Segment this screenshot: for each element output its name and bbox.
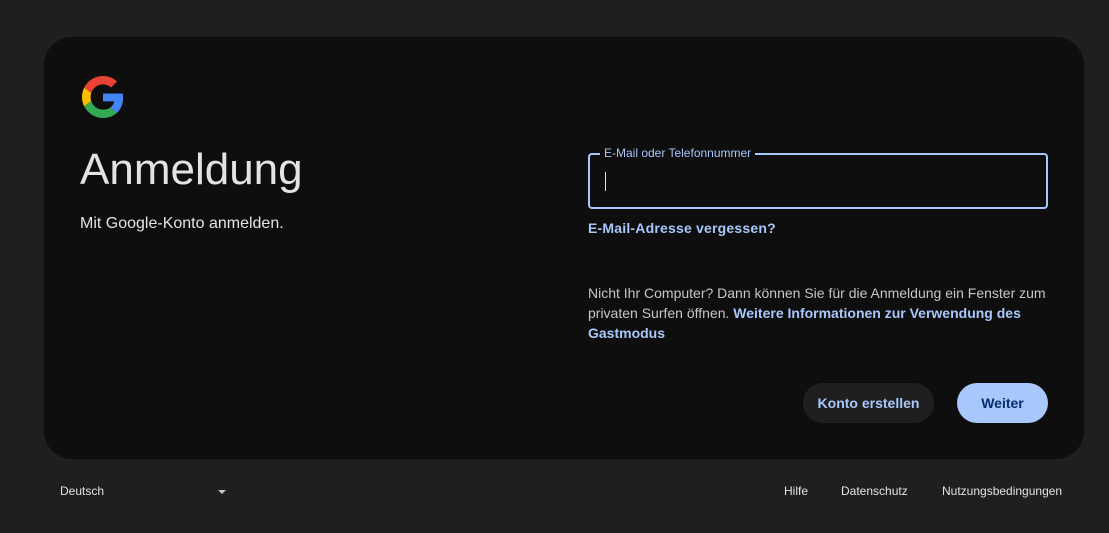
text-caret [605, 172, 606, 191]
page: Anmeldung Mit Google-Konto anmelden. E-M… [0, 0, 1109, 533]
dropdown-arrow-icon [218, 490, 226, 494]
terms-link[interactable]: Nutzungsbedingungen [942, 484, 1062, 498]
google-g-logo-icon [82, 76, 124, 118]
email-field[interactable]: E-Mail oder Telefonnummer [588, 146, 1048, 209]
signin-card: Anmeldung Mit Google-Konto anmelden. E-M… [44, 37, 1084, 459]
footer: Deutsch Hilfe Datenschutz Nutzungsbeding… [0, 470, 1109, 512]
next-button[interactable]: Weiter [957, 383, 1048, 423]
privacy-link[interactable]: Datenschutz [841, 484, 908, 498]
email-input[interactable] [590, 155, 1046, 207]
forgot-email-link[interactable]: E-Mail-Adresse vergessen? [588, 220, 776, 236]
create-account-button[interactable]: Konto erstellen [803, 383, 934, 423]
page-title: Anmeldung [80, 145, 303, 194]
guest-mode-notice: Nicht Ihr Computer? Dann können Sie für … [588, 283, 1048, 343]
language-select[interactable]: Deutsch [60, 484, 232, 500]
help-link[interactable]: Hilfe [784, 484, 808, 498]
language-select-value: Deutsch [60, 484, 105, 498]
page-subtitle: Mit Google-Konto anmelden. [80, 215, 284, 232]
